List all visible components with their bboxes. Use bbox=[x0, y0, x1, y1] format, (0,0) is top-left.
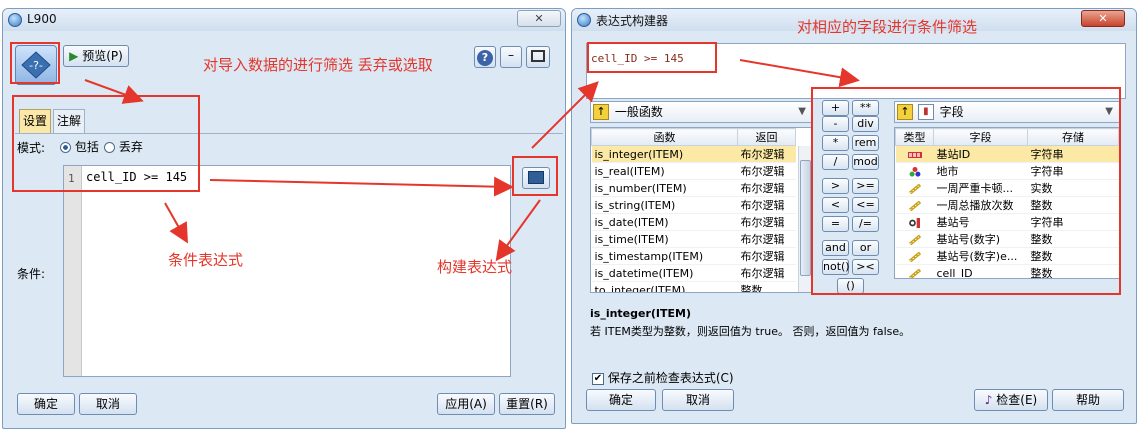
function-return: 布尔逻辑 bbox=[737, 230, 796, 248]
func-header-return[interactable]: 返回 bbox=[737, 128, 796, 146]
app-icon bbox=[8, 13, 22, 27]
cancel-label: 取消 bbox=[95, 397, 120, 411]
minimize-button[interactable]: – bbox=[500, 46, 522, 68]
function-scrollbar[interactable] bbox=[798, 146, 812, 292]
title-bar: L900 ✕ bbox=[3, 9, 565, 31]
function-return: 整数 bbox=[737, 281, 796, 292]
help-button[interactable]: 帮助 bbox=[1052, 389, 1124, 411]
apply-label: 应用(A) bbox=[445, 397, 487, 411]
ok-button[interactable]: 确定 bbox=[17, 393, 75, 415]
checkbox-checked-icon: ✔ bbox=[592, 372, 604, 385]
function-name: is_date(ITEM) bbox=[591, 213, 738, 231]
check-button[interactable]: ♪ 检查(E) bbox=[974, 389, 1048, 411]
function-return: 布尔逻辑 bbox=[737, 196, 796, 214]
function-row[interactable]: is_real(ITEM) 布尔逻辑 bbox=[591, 162, 796, 180]
reset-label: 重置(R) bbox=[506, 397, 548, 411]
function-return: 布尔逻辑 bbox=[737, 247, 796, 265]
preview-button[interactable]: ▶ 预览(P) bbox=[63, 45, 129, 67]
function-name: is_timestamp(ITEM) bbox=[591, 247, 738, 265]
function-name: is_time(ITEM) bbox=[591, 230, 738, 248]
maximize-button[interactable] bbox=[526, 46, 550, 68]
function-name: is_datetime(ITEM) bbox=[591, 264, 738, 282]
play-icon: ▶ bbox=[69, 49, 79, 63]
check-button-label: 检查(E) bbox=[996, 393, 1038, 407]
builder-cancel-label: 取消 bbox=[685, 393, 710, 407]
builder-close-button[interactable]: ✕ bbox=[1081, 10, 1125, 27]
check-wand-icon: ♪ bbox=[984, 393, 993, 407]
close-button[interactable]: ✕ bbox=[517, 10, 561, 27]
function-row[interactable]: is_integer(ITEM) 布尔逻辑 bbox=[591, 145, 796, 163]
chevron-down-icon: ▼ bbox=[798, 106, 806, 117]
help-button-label: 帮助 bbox=[1075, 393, 1100, 407]
function-row[interactable]: is_number(ITEM) 布尔逻辑 bbox=[591, 179, 796, 197]
filter-annotation: 对导入数据的进行筛选 丢弃或选取 bbox=[203, 56, 433, 74]
function-return: 布尔逻辑 bbox=[737, 264, 796, 282]
function-name: is_integer(ITEM) bbox=[591, 145, 738, 163]
function-return: 布尔逻辑 bbox=[737, 162, 796, 180]
function-row[interactable]: is_time(ITEM) 布尔逻辑 bbox=[591, 230, 796, 248]
function-return: 布尔逻辑 bbox=[737, 145, 796, 163]
function-return: 布尔逻辑 bbox=[737, 179, 796, 197]
fields-highlight bbox=[811, 87, 1121, 295]
reset-button[interactable]: 重置(R) bbox=[499, 393, 555, 415]
condition-label: 条件: bbox=[17, 267, 46, 281]
line-gutter bbox=[64, 166, 82, 376]
up-arrow-icon: ↑ bbox=[593, 104, 609, 120]
function-category-select[interactable]: ↑ 一般函数 ▼ bbox=[590, 101, 813, 123]
function-desc-title: is_integer(ITEM) bbox=[590, 307, 692, 320]
builder-button-highlight bbox=[512, 156, 558, 196]
builder-ok-button[interactable]: 确定 bbox=[586, 389, 656, 411]
function-row[interactable]: is_datetime(ITEM) 布尔逻辑 bbox=[591, 264, 796, 282]
help-icon: ? bbox=[477, 50, 493, 66]
window-title: L900 bbox=[27, 12, 57, 26]
function-row[interactable]: is_date(ITEM) 布尔逻辑 bbox=[591, 213, 796, 231]
function-name: is_real(ITEM) bbox=[591, 162, 738, 180]
builder-title: 表达式构建器 bbox=[596, 14, 669, 28]
field-annotation: 对相应的字段进行条件筛选 bbox=[797, 18, 978, 36]
function-name: is_string(ITEM) bbox=[591, 196, 738, 214]
function-row[interactable]: is_string(ITEM) 布尔逻辑 bbox=[591, 196, 796, 214]
function-return: 布尔逻辑 bbox=[737, 213, 796, 231]
maximize-icon bbox=[531, 50, 545, 62]
condition-annotation: 条件表达式 bbox=[168, 251, 244, 269]
check-before-save-checkbox[interactable]: ✔ 保存之前检查表达式(C) bbox=[592, 369, 734, 386]
function-row[interactable]: to_integer(ITEM) 整数 bbox=[591, 281, 796, 292]
apply-button[interactable]: 应用(A) bbox=[437, 393, 495, 415]
builder-annotation: 构建表达式 bbox=[437, 258, 513, 276]
cancel-button[interactable]: 取消 bbox=[79, 393, 137, 415]
function-list[interactable]: 函数 返回 is_integer(ITEM) 布尔逻辑 is_real(ITEM) 布尔… bbox=[590, 127, 813, 293]
function-name: is_number(ITEM) bbox=[591, 179, 738, 197]
function-name: to_integer(ITEM) bbox=[591, 281, 738, 292]
function-category-label: 一般函数 bbox=[614, 105, 663, 119]
ok-label: 确定 bbox=[33, 397, 58, 411]
scroll-thumb[interactable] bbox=[800, 160, 811, 276]
builder-cancel-button[interactable]: 取消 bbox=[662, 389, 734, 411]
node-icon-highlight bbox=[10, 42, 60, 84]
expression-highlight bbox=[587, 42, 717, 73]
builder-ok-label: 确定 bbox=[608, 393, 633, 407]
settings-highlight bbox=[12, 95, 200, 192]
preview-label: 预览(P) bbox=[82, 49, 123, 63]
help-icon-button[interactable]: ? bbox=[474, 46, 496, 68]
check-before-save-label: 保存之前检查表达式(C) bbox=[607, 371, 734, 385]
function-row[interactable]: is_timestamp(ITEM) 布尔逻辑 bbox=[591, 247, 796, 265]
func-header-name[interactable]: 函数 bbox=[591, 128, 738, 146]
function-desc-text: 若 ITEM类型为整数，则返回值为 true。 否则，返回值为 false。 bbox=[590, 325, 911, 338]
builder-app-icon bbox=[577, 13, 591, 27]
